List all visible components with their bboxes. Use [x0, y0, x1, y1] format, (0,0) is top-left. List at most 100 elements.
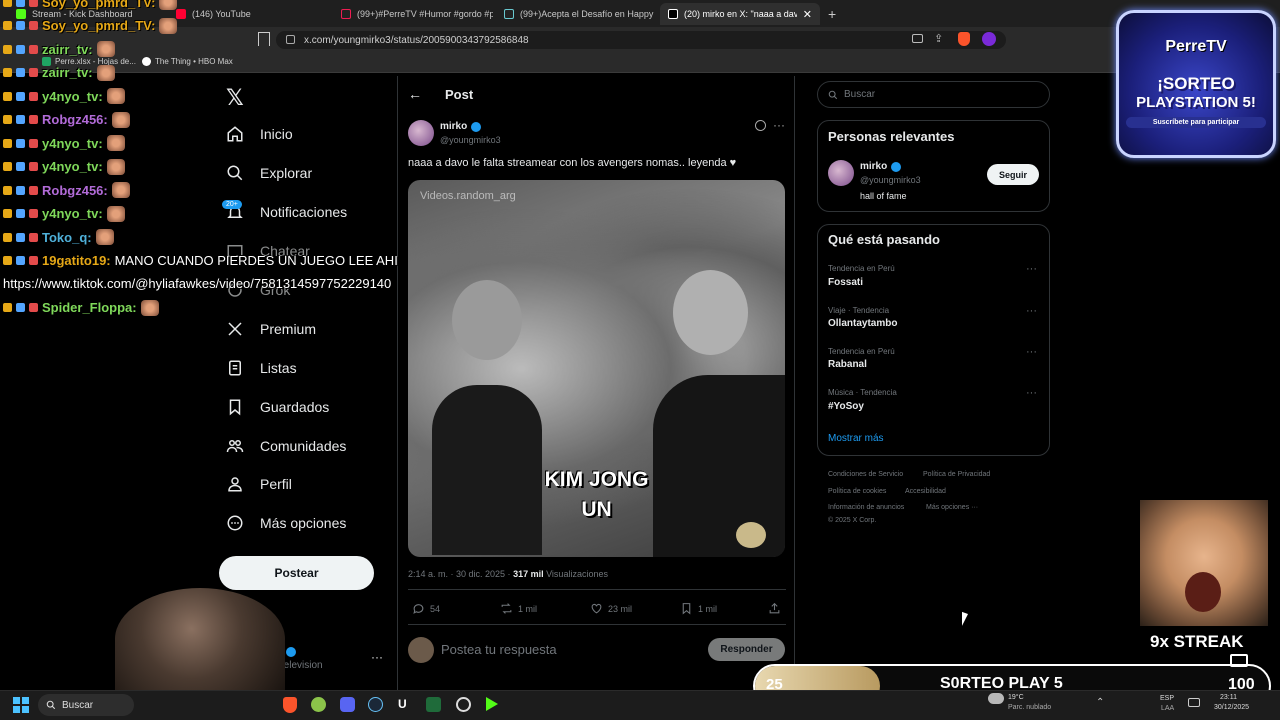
nav-item-perfil[interactable]: Perfil	[226, 475, 292, 493]
chat-message: Soy_yo_pmrd_TV:	[3, 0, 178, 10]
trend-more-icon[interactable]: ···	[1026, 263, 1037, 275]
share-action[interactable]	[768, 602, 781, 615]
app-icon[interactable]	[426, 697, 441, 712]
chat-badge-icon	[3, 0, 12, 7]
tab-x-post[interactable]: (20) mirko en X: "naaa a davo ✕	[660, 3, 820, 25]
clock-time[interactable]: 23:11	[1220, 694, 1237, 701]
discord-icon[interactable]	[340, 697, 355, 712]
windows-taskbar	[0, 690, 1280, 720]
back-arrow-icon[interactable]: ←	[408, 86, 422, 102]
search-input[interactable]: Buscar	[817, 81, 1050, 108]
reply-icon	[413, 604, 424, 614]
obs-icon[interactable]	[456, 697, 471, 712]
reply-button[interactable]: Responder	[708, 638, 785, 661]
trend-more-icon[interactable]: ···	[1026, 387, 1037, 399]
author-name[interactable]: mirko	[440, 121, 482, 132]
kick-app-icon[interactable]	[486, 697, 498, 711]
grok-analyze-icon[interactable]	[755, 120, 766, 131]
nav-item-comunidades[interactable]: Comunidades	[226, 437, 346, 455]
chat-message: zairr_tv:	[3, 64, 115, 81]
chat-message: 19gatito19: MANO CUANDO PIERDES UN JUEGO …	[3, 253, 398, 268]
reply-action[interactable]: 54	[412, 602, 440, 615]
brave-rewards-icon[interactable]	[982, 32, 996, 46]
trend-more-icon[interactable]: ···	[1026, 305, 1037, 317]
streamer-cam	[115, 588, 285, 690]
post-more-icon[interactable]: ···	[773, 118, 785, 132]
video-caption-line2: UN	[581, 498, 612, 521]
footer-terms-link[interactable]: Condiciones de Servicio	[828, 471, 903, 478]
footer-cookies-link[interactable]: Política de cookies	[828, 488, 886, 495]
cast-icon[interactable]	[912, 34, 923, 43]
chat-badge-icon	[3, 138, 12, 148]
chat-message: Soy_yo_pmrd_TV:	[3, 17, 178, 34]
follow-button[interactable]: Seguir	[987, 164, 1039, 185]
chat-username: zairr_tv:	[42, 41, 93, 57]
relevant-avatar[interactable]	[828, 160, 854, 186]
chat-badge-icon	[16, 185, 25, 195]
tab-tiktok-2[interactable]: (99+)Acepta el Desafío en Happy &	[496, 3, 656, 25]
post-timestamp: 2:14 a. m. · 30 dic. 2025 · 317 mil Visu…	[408, 569, 608, 579]
person-left	[452, 280, 522, 360]
chat-message: zairr_tv:	[3, 41, 115, 57]
trend-more-icon[interactable]: ···	[1026, 346, 1037, 358]
chat-badge-icon	[29, 91, 38, 101]
chat-badge-icon	[3, 255, 12, 265]
brave-app-icon[interactable]	[283, 697, 297, 713]
heart-icon	[591, 603, 602, 614]
chat-badge-icon	[29, 162, 38, 171]
brave-shield-icon[interactable]	[958, 32, 970, 46]
chat-emote-icon	[96, 41, 115, 57]
chat-badge-icon	[16, 303, 25, 312]
divider	[408, 589, 786, 590]
chat-emote-icon	[106, 88, 125, 104]
trend-item[interactable]: Ollantaytambo	[828, 318, 897, 329]
chat-badge-icon	[29, 0, 38, 7]
footer-ads-link[interactable]: Información de anuncios	[828, 504, 904, 511]
post-video[interactable]: Videos.random_arg KIM JONG UN	[408, 180, 785, 557]
reply-input[interactable]: Postea tu respuesta	[441, 642, 557, 657]
nav-item-mas-opciones[interactable]: Más opciones	[226, 514, 346, 532]
streak-label: 9x STREAK	[1150, 632, 1244, 651]
trend-item[interactable]: Fossati	[828, 277, 863, 288]
account-more-icon[interactable]: ···	[371, 650, 383, 664]
close-tab-icon[interactable]: ✕	[803, 8, 812, 21]
relevant-name[interactable]: mirko	[860, 161, 902, 172]
footer-more-link[interactable]: Más opciones ···	[926, 504, 978, 511]
windows-start-icon[interactable]	[13, 697, 29, 713]
steam-icon[interactable]	[368, 697, 383, 712]
show-more-link[interactable]: Mostrar más	[828, 433, 884, 444]
author-avatar[interactable]	[408, 120, 434, 146]
chat-username: Soy_yo_pmrd_TV:	[42, 18, 156, 33]
chat-message: y4nyo_tv:	[3, 158, 125, 175]
trend-item[interactable]: #YoSoy	[828, 401, 864, 412]
promo-subtitle: Suscríbete para participar	[1126, 117, 1266, 128]
like-action[interactable]: 23 mil	[590, 602, 632, 615]
app-icon[interactable]	[311, 697, 326, 712]
post-button[interactable]: Postear	[219, 556, 374, 590]
repost-action[interactable]: 1 mil	[500, 602, 537, 615]
nav-item-premium[interactable]: Premium	[226, 320, 316, 338]
bookmark-icon	[229, 399, 241, 416]
new-tab-icon[interactable]: +	[828, 6, 836, 22]
chat-badge-icon	[3, 91, 12, 101]
network-icon[interactable]	[1188, 698, 1200, 707]
footer-accessibility-link[interactable]: Accesibilidad	[905, 488, 946, 495]
nav-item-guardados[interactable]: Guardados	[226, 398, 329, 416]
promo-title-line1: ¡SORTEO	[1157, 74, 1235, 93]
tray-chevron-icon[interactable]: ⌃	[1096, 697, 1104, 708]
trend-meta: Tendencia en Perú	[828, 264, 895, 273]
footer-privacy-link[interactable]: Política de Privacidad	[923, 471, 990, 478]
language-indicator[interactable]: ESP	[1160, 695, 1174, 702]
verified-icon	[285, 647, 296, 657]
nav-item-listas[interactable]: Listas	[226, 359, 297, 377]
app-u-icon[interactable]: U	[398, 697, 407, 711]
bookmark-action[interactable]: 1 mil	[680, 602, 717, 615]
trend-item[interactable]: Rabanal	[828, 359, 867, 370]
chat-badge-icon	[29, 303, 38, 312]
chat-badge-icon	[3, 68, 12, 77]
search-icon	[46, 700, 56, 710]
communities-icon	[226, 440, 244, 453]
share-icon[interactable]: ⇪	[934, 32, 943, 45]
chat-badge-icon	[3, 185, 12, 195]
taskbar-search[interactable]: Buscar	[38, 694, 134, 716]
